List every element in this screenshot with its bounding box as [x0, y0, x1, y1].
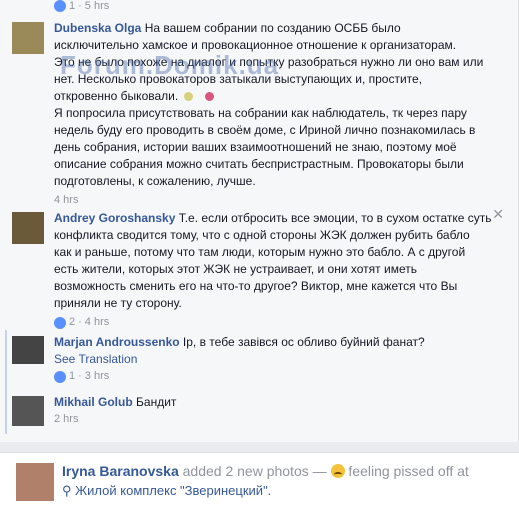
comment-time[interactable]: 3 hrs	[85, 368, 109, 385]
comments-panel: 1 · 5 hrs Dubenska Olga На вашем собрани…	[0, 0, 519, 442]
comment-time[interactable]: 2 hrs	[54, 411, 78, 428]
like-count[interactable]: 1	[69, 0, 75, 12]
like-icon	[54, 0, 66, 12]
location-pin-icon: ⚲	[62, 483, 72, 498]
feed-post: Iryna Baranovska added 2 new photos — fe…	[0, 452, 519, 513]
sticker-dot-icon	[205, 92, 215, 102]
like-count[interactable]: 2	[69, 314, 75, 331]
sticker-dot-icon	[184, 92, 194, 102]
like-icon	[54, 370, 66, 383]
reply-thread-line	[5, 330, 7, 434]
like-count[interactable]: 1	[69, 368, 75, 385]
avatar[interactable]	[12, 212, 44, 244]
sad-face-icon	[330, 464, 345, 478]
avatar[interactable]	[12, 22, 44, 54]
avatar[interactable]	[12, 396, 44, 426]
post-author[interactable]: Iryna Baranovska	[62, 463, 179, 479]
comment-author[interactable]: Marjan Androussenko	[54, 335, 180, 349]
comment-time[interactable]: 4 hrs	[85, 314, 109, 331]
comment-author[interactable]: Dubenska Olga	[54, 21, 141, 35]
comment-time[interactable]: 5 hrs	[85, 0, 109, 12]
avatar[interactable]	[12, 336, 44, 364]
comment-author[interactable]: Mikhail Golub	[54, 395, 133, 409]
see-translation-link[interactable]: See Translation	[54, 351, 494, 368]
post-place[interactable]: Жилой комплекс "Зверинецкий".	[75, 483, 271, 498]
close-icon[interactable]: ✕	[492, 206, 504, 223]
previous-comment-meta: 1 · 5 hrs	[54, 0, 109, 12]
comment-author[interactable]: Andrey Goroshansky	[54, 211, 175, 225]
like-icon	[54, 316, 66, 329]
post-feeling: feeling pissed off at	[348, 463, 469, 479]
post-action: added 2 new photos —	[182, 463, 327, 479]
avatar[interactable]	[16, 463, 54, 501]
comment-time[interactable]: 4 hrs	[54, 192, 78, 209]
